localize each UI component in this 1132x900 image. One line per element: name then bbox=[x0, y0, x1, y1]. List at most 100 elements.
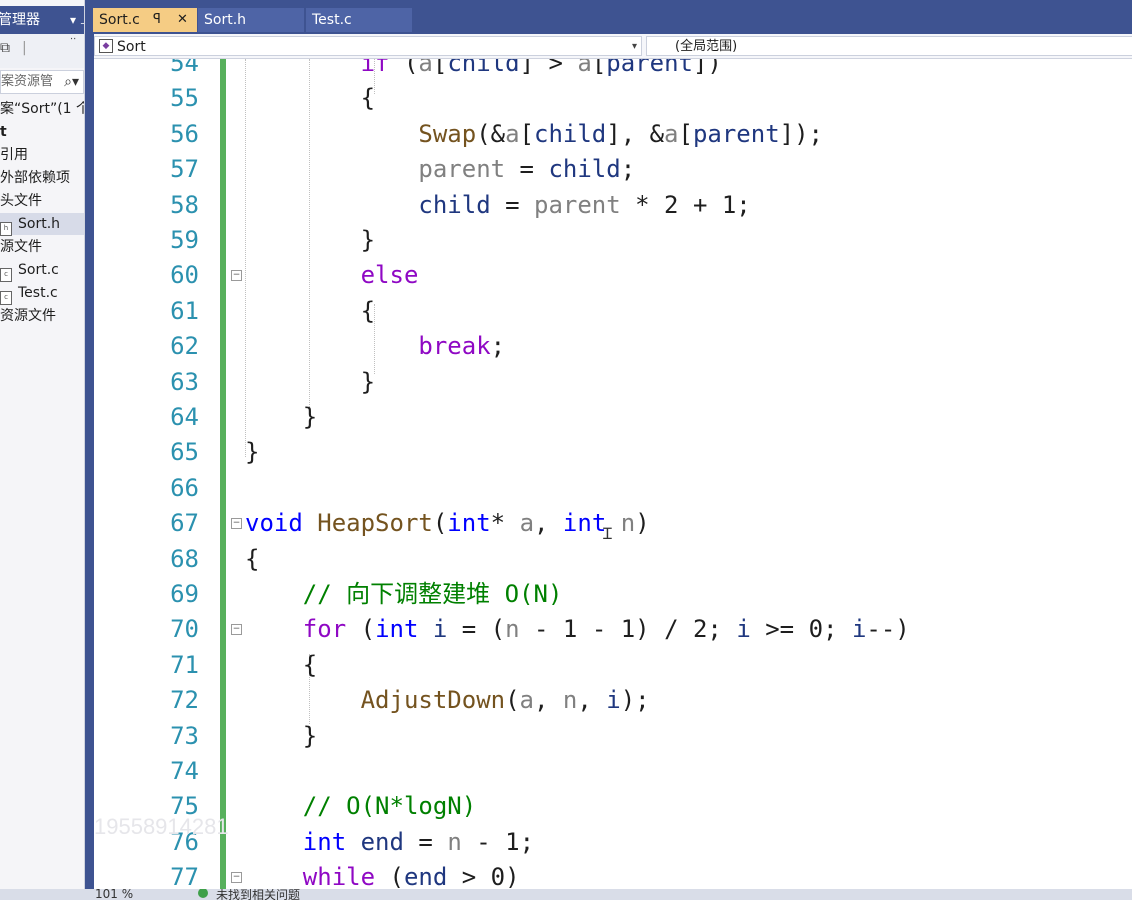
line-number: 71 bbox=[170, 650, 199, 679]
scope-label: (全局范围) bbox=[675, 39, 738, 54]
line-number: 66 bbox=[170, 473, 199, 502]
toolbar-separator: | bbox=[22, 40, 27, 56]
code-text: { bbox=[245, 650, 318, 679]
code-text: child = parent * 2 + 1; bbox=[418, 190, 751, 219]
line-number: 60 bbox=[170, 261, 199, 290]
zoom-level[interactable]: 101 % bbox=[95, 889, 133, 900]
code-line[interactable]: 76 int end = n - 1; bbox=[94, 825, 1132, 860]
code-text: else bbox=[360, 261, 419, 290]
code-line[interactable]: 67 − void HeapSort(int* a, int n) bbox=[94, 506, 1132, 541]
tree-item-header-files[interactable]: 头文件 bbox=[0, 190, 84, 212]
status-bar: 101 % 未找到相关问题 bbox=[0, 889, 1132, 900]
tree-item-source-files[interactable]: 源文件 bbox=[0, 236, 84, 258]
line-number: 68 bbox=[170, 544, 199, 573]
no-issues-icon bbox=[198, 889, 208, 898]
code-line[interactable]: 55 { bbox=[94, 81, 1132, 116]
code-line[interactable]: 75 // O(N*logN) bbox=[94, 789, 1132, 824]
code-line[interactable]: 73 } bbox=[94, 719, 1132, 754]
tree-item-label: 源文件 bbox=[0, 239, 42, 255]
tab-label: Sort.c bbox=[99, 12, 140, 28]
tab-test-c[interactable]: Test.c bbox=[306, 8, 412, 32]
line-number: 57 bbox=[170, 155, 199, 184]
line-number: 74 bbox=[170, 757, 199, 785]
tree-item-resource-files[interactable]: 资源文件 bbox=[0, 305, 84, 327]
scope-dropdown[interactable]: (全局范围) bbox=[646, 36, 1132, 56]
tree-item-label: 头文件 bbox=[0, 193, 42, 209]
solution-explorer-title-bar: 管理器 ▾ ⊥ bbox=[0, 6, 84, 34]
code-line[interactable]: 65} bbox=[94, 435, 1132, 470]
code-line[interactable]: 62 break; bbox=[94, 329, 1132, 364]
tree-item-external-deps[interactable]: 外部依赖项 bbox=[0, 167, 84, 189]
code-text: parent = child; bbox=[418, 155, 636, 184]
code-text: Swap(&a[child], &a[parent]); bbox=[418, 119, 824, 148]
code-text: while (end > 0) bbox=[302, 863, 520, 889]
close-icon[interactable]: ✕ bbox=[177, 8, 188, 32]
c-file-icon: c bbox=[0, 291, 12, 305]
collapse-icon[interactable]: − bbox=[231, 518, 242, 530]
tree-item-label: 案“Sort”(1 个 bbox=[0, 101, 85, 117]
code-line[interactable]: 74 bbox=[94, 754, 1132, 789]
search-placeholder: 案资源管 bbox=[1, 74, 54, 89]
tree-item-label: 外部依赖项 bbox=[0, 170, 70, 186]
code-line[interactable]: 68 { bbox=[94, 542, 1132, 577]
text-cursor-icon: Ɪ bbox=[603, 524, 612, 543]
code-line[interactable]: 77 − while (end > 0) bbox=[94, 860, 1132, 889]
line-number: 62 bbox=[170, 332, 199, 361]
collapse-icon[interactable]: − bbox=[231, 872, 242, 884]
code-line[interactable]: 72 AdjustDown(a, n, i); bbox=[94, 683, 1132, 718]
collapse-icon[interactable]: − bbox=[231, 270, 242, 282]
line-number: 61 bbox=[170, 296, 199, 325]
tab-sort-h[interactable]: Sort.h bbox=[198, 8, 304, 32]
code-text: // O(N*logN) bbox=[302, 792, 477, 821]
collapse-icon[interactable]: − bbox=[231, 624, 242, 636]
chevron-down-icon[interactable]: ▾ bbox=[632, 37, 637, 57]
tree-item-sort-h[interactable]: h Sort.h bbox=[0, 213, 84, 236]
line-number: 72 bbox=[170, 686, 199, 715]
code-line[interactable]: 58 child = parent * 2 + 1; bbox=[94, 188, 1132, 223]
panel-pin-icon[interactable]: ▾ ⊥ bbox=[70, 6, 84, 34]
code-text: for (int i = (n - 1 - 1) / 2; i >= 0; i-… bbox=[302, 615, 910, 644]
code-line[interactable]: 69 // 向下调整建堆 O(N) bbox=[94, 577, 1132, 612]
code-line[interactable]: 61 { bbox=[94, 294, 1132, 329]
line-number: 65 bbox=[170, 438, 199, 467]
project-dropdown[interactable]: ◆ Sort ▾ bbox=[94, 36, 642, 56]
code-text: } bbox=[245, 403, 318, 431]
tree-item-label: Test.c bbox=[18, 285, 58, 301]
tab-label: Sort.h bbox=[204, 12, 247, 28]
search-icon[interactable]: ⌕▾ bbox=[64, 71, 79, 93]
tree-item-test-c[interactable]: c Test.c bbox=[0, 282, 84, 305]
tree-item-project[interactable]: t bbox=[0, 121, 84, 143]
code-line[interactable]: 70 − for (int i = (n - 1 - 1) / 2; i >= 0… bbox=[94, 612, 1132, 647]
line-number: 54 bbox=[170, 59, 199, 77]
code-line[interactable]: 56 Swap(&a[child], &a[parent]); bbox=[94, 117, 1132, 152]
document-tab-strip: Sort.c ꟼ ✕ Sort.h Test.c bbox=[85, 0, 1132, 34]
pin-icon[interactable]: ꟼ bbox=[153, 8, 161, 32]
code-line[interactable]: 64 } bbox=[94, 400, 1132, 435]
code-line[interactable]: 71 { bbox=[94, 648, 1132, 683]
tree-item-sort-c[interactable]: c Sort.c bbox=[0, 259, 84, 282]
code-line[interactable]: 66 bbox=[94, 471, 1132, 506]
watermark: 19558914281 bbox=[94, 814, 229, 839]
project-icon: ◆ bbox=[99, 39, 113, 53]
solution-search-input[interactable]: 案资源管 ⌕▾ bbox=[0, 70, 84, 94]
toolbar-overflow-icon[interactable]: ⋅⋅ bbox=[70, 34, 76, 45]
code-line[interactable]: 63 } bbox=[94, 365, 1132, 400]
tree-item-solution[interactable]: 案“Sort”(1 个 bbox=[0, 98, 84, 120]
code-editor[interactable]: 54 if (a[child] > a[parent]) 55 {56 Swap(… bbox=[94, 59, 1132, 889]
tree-item-references[interactable]: 引用 bbox=[0, 144, 84, 166]
code-line[interactable]: 59 } bbox=[94, 223, 1132, 258]
switch-views-icon[interactable]: ⧉ bbox=[0, 40, 10, 56]
tab-sort-c[interactable]: Sort.c ꟼ ✕ bbox=[93, 8, 197, 32]
line-number: 58 bbox=[170, 190, 199, 219]
code-line[interactable]: 60 − else bbox=[94, 258, 1132, 293]
code-line[interactable]: 57 parent = child; bbox=[94, 152, 1132, 187]
tree-item-label: Sort.h bbox=[18, 216, 61, 232]
line-number: 64 bbox=[170, 403, 199, 431]
solution-explorer-panel: 管理器 ▾ ⊥ ⧉ | ⋅⋅ 案资源管 ⌕▾ 案“Sort”(1 个 t 引用 … bbox=[0, 0, 85, 900]
code-line[interactable]: 54 if (a[child] > a[parent]) bbox=[94, 59, 1132, 81]
code-text: break; bbox=[418, 332, 506, 361]
line-number: 59 bbox=[170, 226, 199, 254]
solution-explorer-toolbar: ⧉ | ⋅⋅ bbox=[0, 34, 84, 68]
code-text: void HeapSort(int* a, int n) bbox=[245, 509, 650, 538]
issues-message[interactable]: 未找到相关问题 bbox=[216, 889, 300, 900]
